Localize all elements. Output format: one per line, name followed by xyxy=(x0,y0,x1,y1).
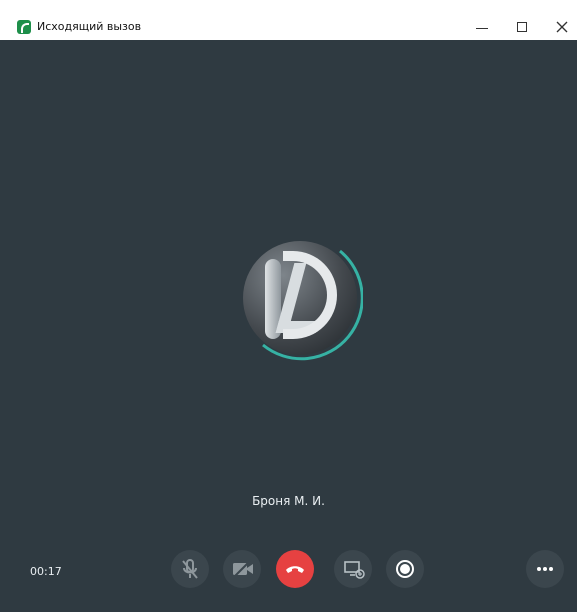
video-button[interactable] xyxy=(223,550,261,588)
video-off-icon xyxy=(233,560,253,578)
more-options-icon xyxy=(537,567,553,571)
minimize-icon xyxy=(476,28,488,29)
call-timer: 00:17 xyxy=(30,565,62,578)
avatar-image xyxy=(243,241,357,355)
close-icon xyxy=(556,21,568,33)
window-title: Исходящий вызов xyxy=(37,20,142,33)
close-button[interactable] xyxy=(555,20,569,34)
screen-share-icon xyxy=(344,561,365,579)
record-icon xyxy=(396,560,414,578)
maximize-icon xyxy=(517,22,527,32)
title-bar: Исходящий вызов xyxy=(0,0,577,40)
screen-share-button[interactable] xyxy=(334,550,372,588)
end-call-button[interactable] xyxy=(276,550,314,588)
app-logo-icon xyxy=(17,20,31,34)
mute-microphone-icon xyxy=(182,559,198,579)
end-call-icon xyxy=(286,566,304,573)
more-options-button[interactable] xyxy=(526,550,564,588)
contact-avatar xyxy=(237,235,363,361)
call-window: Исходящий вызов Броня М. И. 00:17 xyxy=(0,0,577,612)
record-button[interactable] xyxy=(386,550,424,588)
maximize-button[interactable] xyxy=(515,20,529,34)
contact-name: Броня М. И. xyxy=(252,494,325,508)
mute-button[interactable] xyxy=(171,550,209,588)
call-area: Броня М. И. 00:17 xyxy=(0,40,577,612)
minimize-button[interactable] xyxy=(475,20,489,34)
